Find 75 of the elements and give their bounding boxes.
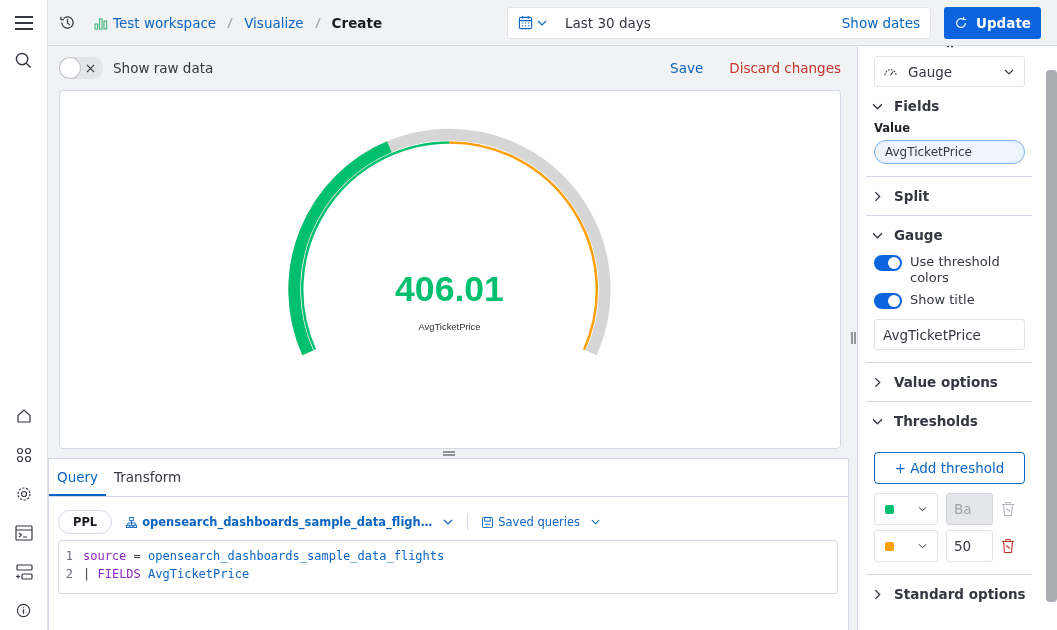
refresh-icon — [954, 15, 968, 30]
section-header[interactable]: Thresholds — [874, 402, 978, 440]
toggle-label: Use threshold colors — [910, 254, 1001, 286]
drag-grip-icon[interactable] — [946, 46, 954, 49]
resize-handle-icon[interactable] — [442, 451, 455, 456]
section-header[interactable]: Gauge — [874, 216, 943, 254]
code-line: | FIELDS AvgTicketPrice — [83, 566, 250, 583]
section-header[interactable]: Value options — [874, 363, 998, 401]
chevron-icon — [872, 417, 883, 425]
add-panel-icon[interactable] — [14, 564, 33, 580]
date-picker[interactable]: Last 30 days Show dates — [507, 6, 931, 39]
chevron-icon — [874, 190, 881, 202]
bar-chart-icon — [94, 15, 108, 30]
chevron-down-icon — [1004, 68, 1014, 75]
breadcrumb-separator-icon — [227, 16, 234, 29]
breadcrumb-link[interactable]: Test workspace — [113, 14, 217, 31]
chevron-icon — [872, 231, 883, 239]
calendar-icon[interactable] — [518, 15, 533, 30]
toggle-label: Show title — [910, 292, 975, 308]
console-icon[interactable] — [14, 525, 33, 541]
field-pill[interactable]: AvgTicketPrice — [874, 140, 1025, 164]
chevron-icon — [874, 588, 881, 600]
hierarchy-icon — [126, 516, 138, 528]
section-header[interactable]: Standard options — [874, 575, 1026, 613]
toggle-switch[interactable] — [874, 255, 902, 271]
gauge-title: AvgTicketPrice — [418, 321, 481, 333]
chevron-icon — [874, 376, 881, 388]
breadcrumb-link[interactable]: Visualize — [244, 14, 304, 31]
chevron-down-icon[interactable] — [537, 19, 547, 26]
add-threshold-button[interactable]: + Add threshold — [874, 452, 1025, 484]
apps-icon[interactable] — [15, 447, 32, 463]
chevron-down-icon — [918, 543, 927, 549]
home-icon[interactable] — [15, 408, 32, 424]
visualization-type-select[interactable]: Gauge — [874, 56, 1025, 87]
chevron-down-icon — [918, 506, 927, 512]
scrollbar-thumb[interactable] — [1046, 70, 1057, 602]
save-icon — [482, 516, 494, 528]
search-icon[interactable] — [15, 52, 32, 69]
toggle-label: Show raw data — [113, 60, 214, 76]
language-button[interactable]: PPL — [58, 510, 113, 534]
menu-icon[interactable] — [14, 16, 33, 30]
discard-changes-link[interactable]: Discard changes — [729, 60, 841, 76]
query-tab[interactable]: Transform — [106, 459, 190, 496]
line-number: 2 — [64, 566, 73, 583]
saved-queries-button[interactable]: Saved queries — [482, 515, 601, 529]
breadcrumb-current: Create — [331, 14, 383, 31]
color-picker[interactable] — [874, 493, 938, 525]
code-line: source = opensearch_dashboards_sample_data_flights — [83, 548, 445, 565]
chevron-down-icon — [443, 519, 454, 525]
gauge-icon — [883, 66, 898, 77]
toggle-switch[interactable] — [874, 293, 902, 309]
threshold-input[interactable]: 50 — [946, 530, 993, 562]
toggle-switch[interactable] — [59, 57, 103, 79]
date-range-text: Last 30 days — [565, 14, 651, 31]
color-picker[interactable] — [874, 530, 938, 562]
section-header[interactable]: Split — [874, 177, 930, 215]
update-button[interactable]: Update — [944, 6, 1041, 39]
trash-icon[interactable] — [1001, 538, 1015, 554]
show-dates-link[interactable]: Show dates — [841, 14, 920, 31]
query-tab[interactable]: Query — [49, 459, 107, 496]
title-input[interactable]: AvgTicketPrice — [874, 319, 1025, 350]
gauge-value: 406.01 — [395, 268, 504, 309]
code-editor[interactable]: 1 source = opensearch_dashboards_sample_data_flights 2 | FIELDS AvgTicketPrice — [58, 540, 838, 594]
field-label: Value — [874, 121, 911, 135]
breadcrumb-separator-icon — [314, 16, 321, 29]
save-link[interactable]: Save — [670, 60, 704, 76]
info-icon[interactable] — [16, 603, 31, 618]
history-icon[interactable] — [59, 14, 76, 31]
line-number: 1 — [64, 548, 73, 565]
chevron-down-icon — [591, 519, 601, 525]
settings-icon[interactable] — [15, 486, 32, 502]
data-source-selector[interactable]: opensearch_dashboards_sample_data_fligh… — [126, 515, 454, 529]
chevron-icon — [872, 102, 883, 110]
close-icon — [86, 63, 95, 73]
resize-handle-icon[interactable] — [850, 332, 856, 344]
